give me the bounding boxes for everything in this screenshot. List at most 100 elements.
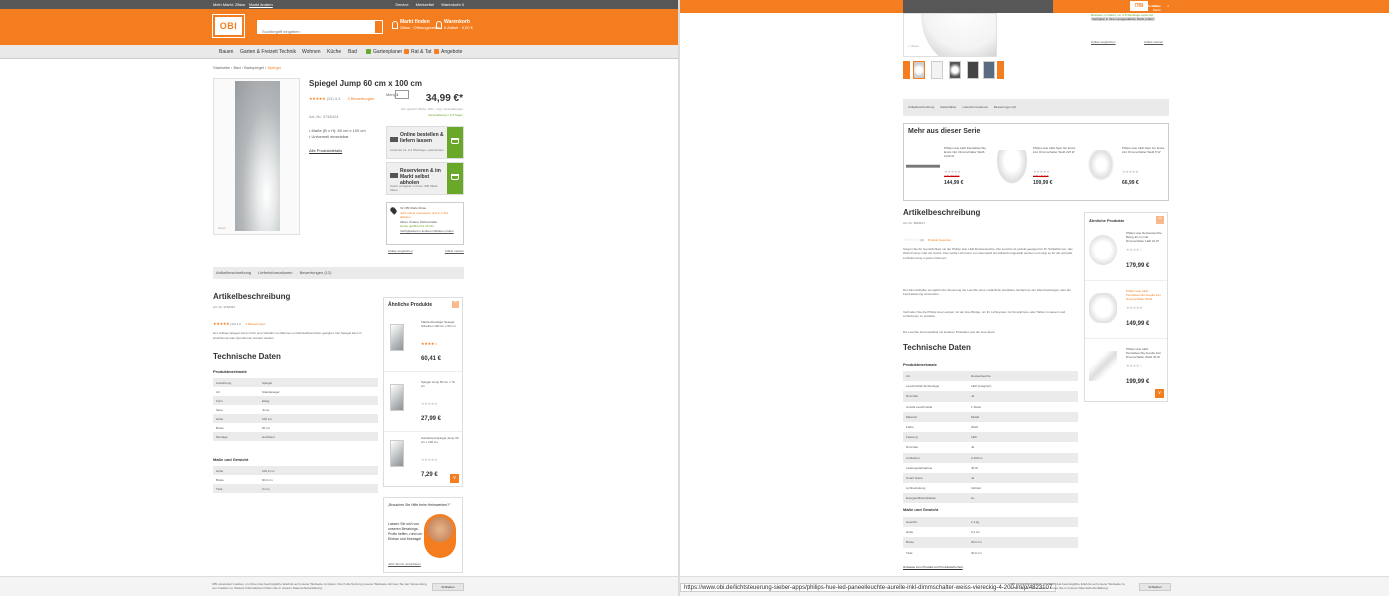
highlight-item: Universell einsetzbar	[309, 134, 366, 140]
product-details-link[interactable]: Alle Produktdetails	[309, 148, 342, 153]
nav-angebote[interactable]: Angebote	[432, 45, 464, 59]
table-row: Breite 60,0 cm	[216, 477, 273, 482]
obi-logo[interactable]: OBI	[212, 14, 245, 38]
nav-rat-tat[interactable]: Rat & Tat	[402, 45, 433, 59]
find-market[interactable]: Markt finden Zittau · Öffnungszeiten	[392, 20, 440, 30]
wishlist-link[interactable]: Merkzettel	[416, 2, 434, 7]
price-tax-note: inkl. gesetzl. MwSt. 19% · zzgl. Versand…	[400, 107, 463, 111]
market-label: Mein Markt: Zittau	[213, 2, 246, 7]
availability-status: Versandfertig in 4-5 Tagen	[428, 113, 463, 117]
cookie-banner: OBI verwendet Cookies, um Ihnen das best…	[0, 576, 678, 596]
series-item[interactable]: Philips Hue LED-Spot 1er Ensis inkl. Dim…	[1082, 142, 1169, 202]
tab-reviews[interactable]: Bewertungen (0)	[994, 105, 1016, 109]
cart-link[interactable]: 0	[1167, 4, 1169, 8]
chevron-up-icon[interactable]: ^	[1156, 216, 1164, 224]
tab-description[interactable]: Artikelbeschreibung	[908, 105, 934, 109]
reserve-button[interactable]	[447, 163, 463, 194]
chevron-down-icon[interactable]: v	[450, 474, 459, 483]
thumbnail[interactable]	[967, 61, 979, 79]
description-para: Der Dimmschalter ermöglicht die Steuerun…	[903, 288, 1071, 297]
product-thumbnail	[1084, 150, 1118, 186]
tab-reviews[interactable]: Bewertungen (12)	[300, 270, 332, 275]
delivery-option[interactable]: Online bestellen & liefern lassen Liefer…	[386, 126, 464, 159]
quantity-input[interactable]	[395, 90, 409, 99]
header-cart[interactable]: Warenkorb 0 Artikel · 0,00 €	[436, 20, 473, 30]
status-url: https://www.obi.de/lichtsteuerung-sieber…	[680, 583, 1057, 592]
product-image[interactable]: ⤢ Zoom	[903, 13, 997, 57]
similar-products-panel: Ähnliche Produkte ^ Philips Hue Deckenle…	[1084, 212, 1168, 402]
thumb-next-icon[interactable]	[997, 61, 1004, 79]
search-button[interactable]	[375, 21, 382, 33]
chevron-up-icon[interactable]: ^	[452, 301, 459, 308]
table-row: Art Standspiegel	[216, 389, 280, 394]
check-stores-link[interactable]: Verfügbarkeit in anderen Märkten prüfen	[400, 229, 460, 234]
product-safety-link[interactable]: Hinweise zum Produkt und Produktsicherhe…	[903, 565, 963, 569]
mirror-image	[235, 81, 280, 231]
remember-link[interactable]: Artikel merken	[1144, 40, 1163, 44]
nav-gartenplaner[interactable]: Gartenplaner	[364, 45, 404, 59]
product-rating: ★★★★★ (12) 4,3 3 Bewertungen	[309, 96, 375, 101]
nav-garten[interactable]: Garten & Freizeit	[238, 45, 280, 59]
advisor-photo	[424, 514, 456, 558]
similar-item[interactable]: Philips Hue Deckenleuchte Being 32 cm in…	[1085, 225, 1167, 281]
cart-icon	[451, 138, 459, 144]
search-input[interactable]	[257, 24, 367, 39]
nav-bad[interactable]: Bad	[346, 45, 359, 59]
product-thumbnail	[1089, 351, 1117, 381]
wishlist-link[interactable]: Merkzettel	[1147, 4, 1161, 8]
nav-wohnen[interactable]: Wohnen	[300, 45, 323, 59]
description-heading: Artikelbeschreibung	[213, 292, 291, 301]
table-row: Leistungsaufnahme 40 W	[906, 465, 979, 470]
buy-box: Menge 34,99 €* inkl. gesetzl. MwSt. 19% …	[386, 90, 464, 257]
cookie-text: OBI verwendet Cookies, um Ihnen das best…	[1010, 582, 1125, 590]
similar-item[interactable]: Philips Hue LED-Pendelleuchte Aurelle in…	[1085, 283, 1167, 339]
thumb-prev-icon[interactable]	[903, 61, 910, 79]
similar-item[interactable]: Flächenbündiger Spiegel, Scheiben 100 cm…	[384, 312, 462, 372]
thumbnail[interactable]	[983, 61, 995, 79]
tab-description[interactable]: Artikelbeschreibung	[216, 270, 251, 275]
cookie-close-button[interactable]: Schließen	[1139, 583, 1171, 591]
dimension-table: Höhe 100,0 cm Breite 60,0 cm Tiefe 0 mm	[213, 466, 378, 493]
cart-link[interactable]: Warenkorb 0	[441, 2, 464, 7]
thumbnail[interactable]	[931, 61, 943, 79]
service-link[interactable]: Service	[395, 2, 408, 7]
pickup-option[interactable]: Reservieren & im Markt selbst abholen So…	[386, 162, 464, 195]
tab-datasheets[interactable]: Datenblätter	[940, 105, 956, 109]
zoom-icon[interactable]: ⤢ Zoom	[908, 44, 919, 48]
thumbnail[interactable]	[949, 61, 961, 79]
cookie-close-button[interactable]: Schließen	[432, 583, 464, 591]
table-row: Lichtstrom 2.400 lm	[903, 452, 1078, 463]
table-row: Leuchtmittel-Technologie LED (integriert)	[906, 384, 992, 389]
location-pin-icon	[389, 206, 398, 215]
product-price: 34,99 €*	[425, 93, 463, 104]
tab-delivery[interactable]: Lieferinformationen	[258, 270, 292, 275]
nav-kueche[interactable]: Küche	[325, 45, 343, 59]
service-link[interactable]: Service	[1130, 4, 1140, 8]
similar-products-panel: Ähnliche Produkte ^ Flächenbündiger Spie…	[383, 297, 463, 487]
nav-technik[interactable]: Technik	[277, 45, 298, 59]
top-service-bar: OBI Mein Markt: Zittau Markt ändern	[903, 0, 1163, 24]
cookie-banner: https://www.obi.de/lichtsteuerung-sieber…	[680, 576, 1389, 596]
product-thumbnail	[390, 384, 404, 411]
table-row: Lichtverteilung Indirekt	[906, 486, 981, 491]
tab-delivery[interactable]: Lieferinformationen	[962, 105, 988, 109]
advice-text: Lassen Sie sich von unseren Beratungs-Pr…	[388, 522, 423, 541]
change-market-link[interactable]: Markt ändern	[249, 2, 273, 7]
advice-link[interactable]: Jetzt Termin vereinbaren	[388, 562, 421, 566]
remember-link[interactable]: Artikel merken	[445, 249, 464, 253]
thumbnail[interactable]	[913, 61, 925, 79]
nav-bauen[interactable]: Bauen	[217, 45, 235, 59]
compare-link[interactable]: Artikel vergleichen	[388, 249, 413, 253]
chevron-down-icon[interactable]: v	[1155, 389, 1164, 398]
add-to-cart-button[interactable]	[447, 127, 463, 158]
product-image[interactable]: Zoom	[213, 78, 300, 235]
compare-link[interactable]: Artikel vergleichen	[1091, 40, 1116, 44]
table-row: Höhe 100,0 cm	[213, 466, 378, 475]
spec-table: Ausführung Spiegel Art Standspiegel Form Ec…	[213, 378, 378, 441]
reviews-link[interactable]: 3 Bewertungen	[347, 96, 374, 101]
store-info: Ihr OBI Markt Zittau Jetzt online reserv…	[386, 202, 464, 245]
similar-item[interactable]: Spiegel Jump 50 cm x 70 cm ★★★★★ 27,99 €	[384, 372, 462, 432]
series-item[interactable]: Philips Hue LED-Pendelleuchte Ensis inkl…	[904, 142, 991, 202]
zoom-icon[interactable]: Zoom	[218, 226, 226, 230]
series-item[interactable]: Philips Hue LED-Spot 3er Ensis inkl. Dim…	[993, 142, 1080, 202]
